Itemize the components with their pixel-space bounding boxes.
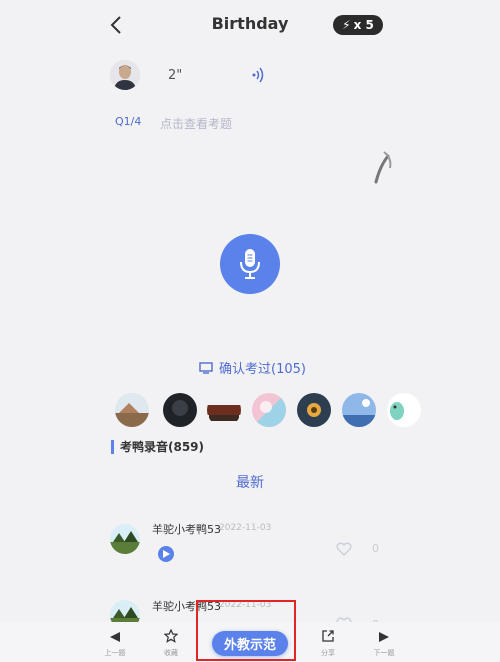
- page-title: Birthday: [211, 14, 289, 33]
- monitor-icon: [199, 361, 213, 374]
- passed-users-avatars[interactable]: [115, 393, 421, 427]
- speaker-avatar: [110, 60, 140, 90]
- play-icon: [163, 550, 170, 558]
- user-avatar[interactable]: [207, 393, 241, 427]
- sound-wave-icon[interactable]: [250, 66, 266, 84]
- share-label: 分享: [321, 649, 335, 657]
- user-avatar[interactable]: [115, 393, 149, 427]
- favorite-button[interactable]: 收藏: [151, 628, 191, 658]
- confirm-passed-button[interactable]: 确认考过(105): [199, 358, 306, 377]
- speed-label: x 5: [353, 18, 374, 32]
- swipe-hint-icon: [370, 150, 394, 184]
- speed-button[interactable]: ⚡ x 5: [333, 15, 383, 35]
- audio-duration: 2": [168, 68, 183, 83]
- share-button[interactable]: 分享: [308, 628, 348, 658]
- like-count: 0: [372, 542, 379, 555]
- user-avatar[interactable]: [297, 393, 331, 427]
- user-avatar[interactable]: [252, 393, 286, 427]
- recording-date: 2022-11-03: [219, 523, 272, 533]
- prev-triangle-icon: [110, 632, 120, 642]
- recordings-section-title: 考鸭录音(859): [111, 440, 204, 454]
- recording-user-avatar[interactable]: [110, 524, 140, 554]
- prev-question-button[interactable]: 上一题: [95, 628, 135, 658]
- question-index: Q1/4: [115, 115, 142, 128]
- play-recording-button[interactable]: [158, 546, 174, 562]
- highlight-frame: [196, 600, 296, 661]
- user-avatar[interactable]: [342, 393, 376, 427]
- star-icon: [163, 628, 179, 643]
- share-icon: [322, 630, 334, 642]
- record-mic-button[interactable]: [220, 234, 280, 294]
- next-label: 下一题: [373, 649, 395, 657]
- view-question-link[interactable]: 点击查看考题: [160, 115, 232, 132]
- sort-latest-tab[interactable]: 最新: [0, 472, 500, 492]
- favorite-label: 收藏: [164, 649, 178, 657]
- user-avatar[interactable]: [387, 393, 421, 427]
- recording-user-name: 羊驼小考鸭53: [152, 523, 221, 536]
- microphone-icon: [240, 249, 260, 279]
- prev-label: 上一题: [104, 649, 126, 657]
- like-heart-icon[interactable]: [336, 541, 352, 557]
- user-avatar[interactable]: [163, 393, 197, 427]
- lightning-icon: ⚡: [342, 18, 351, 32]
- confirm-label: 确认考过(105): [219, 362, 306, 377]
- next-triangle-icon: [379, 632, 389, 642]
- next-question-button[interactable]: 下一题: [364, 628, 404, 658]
